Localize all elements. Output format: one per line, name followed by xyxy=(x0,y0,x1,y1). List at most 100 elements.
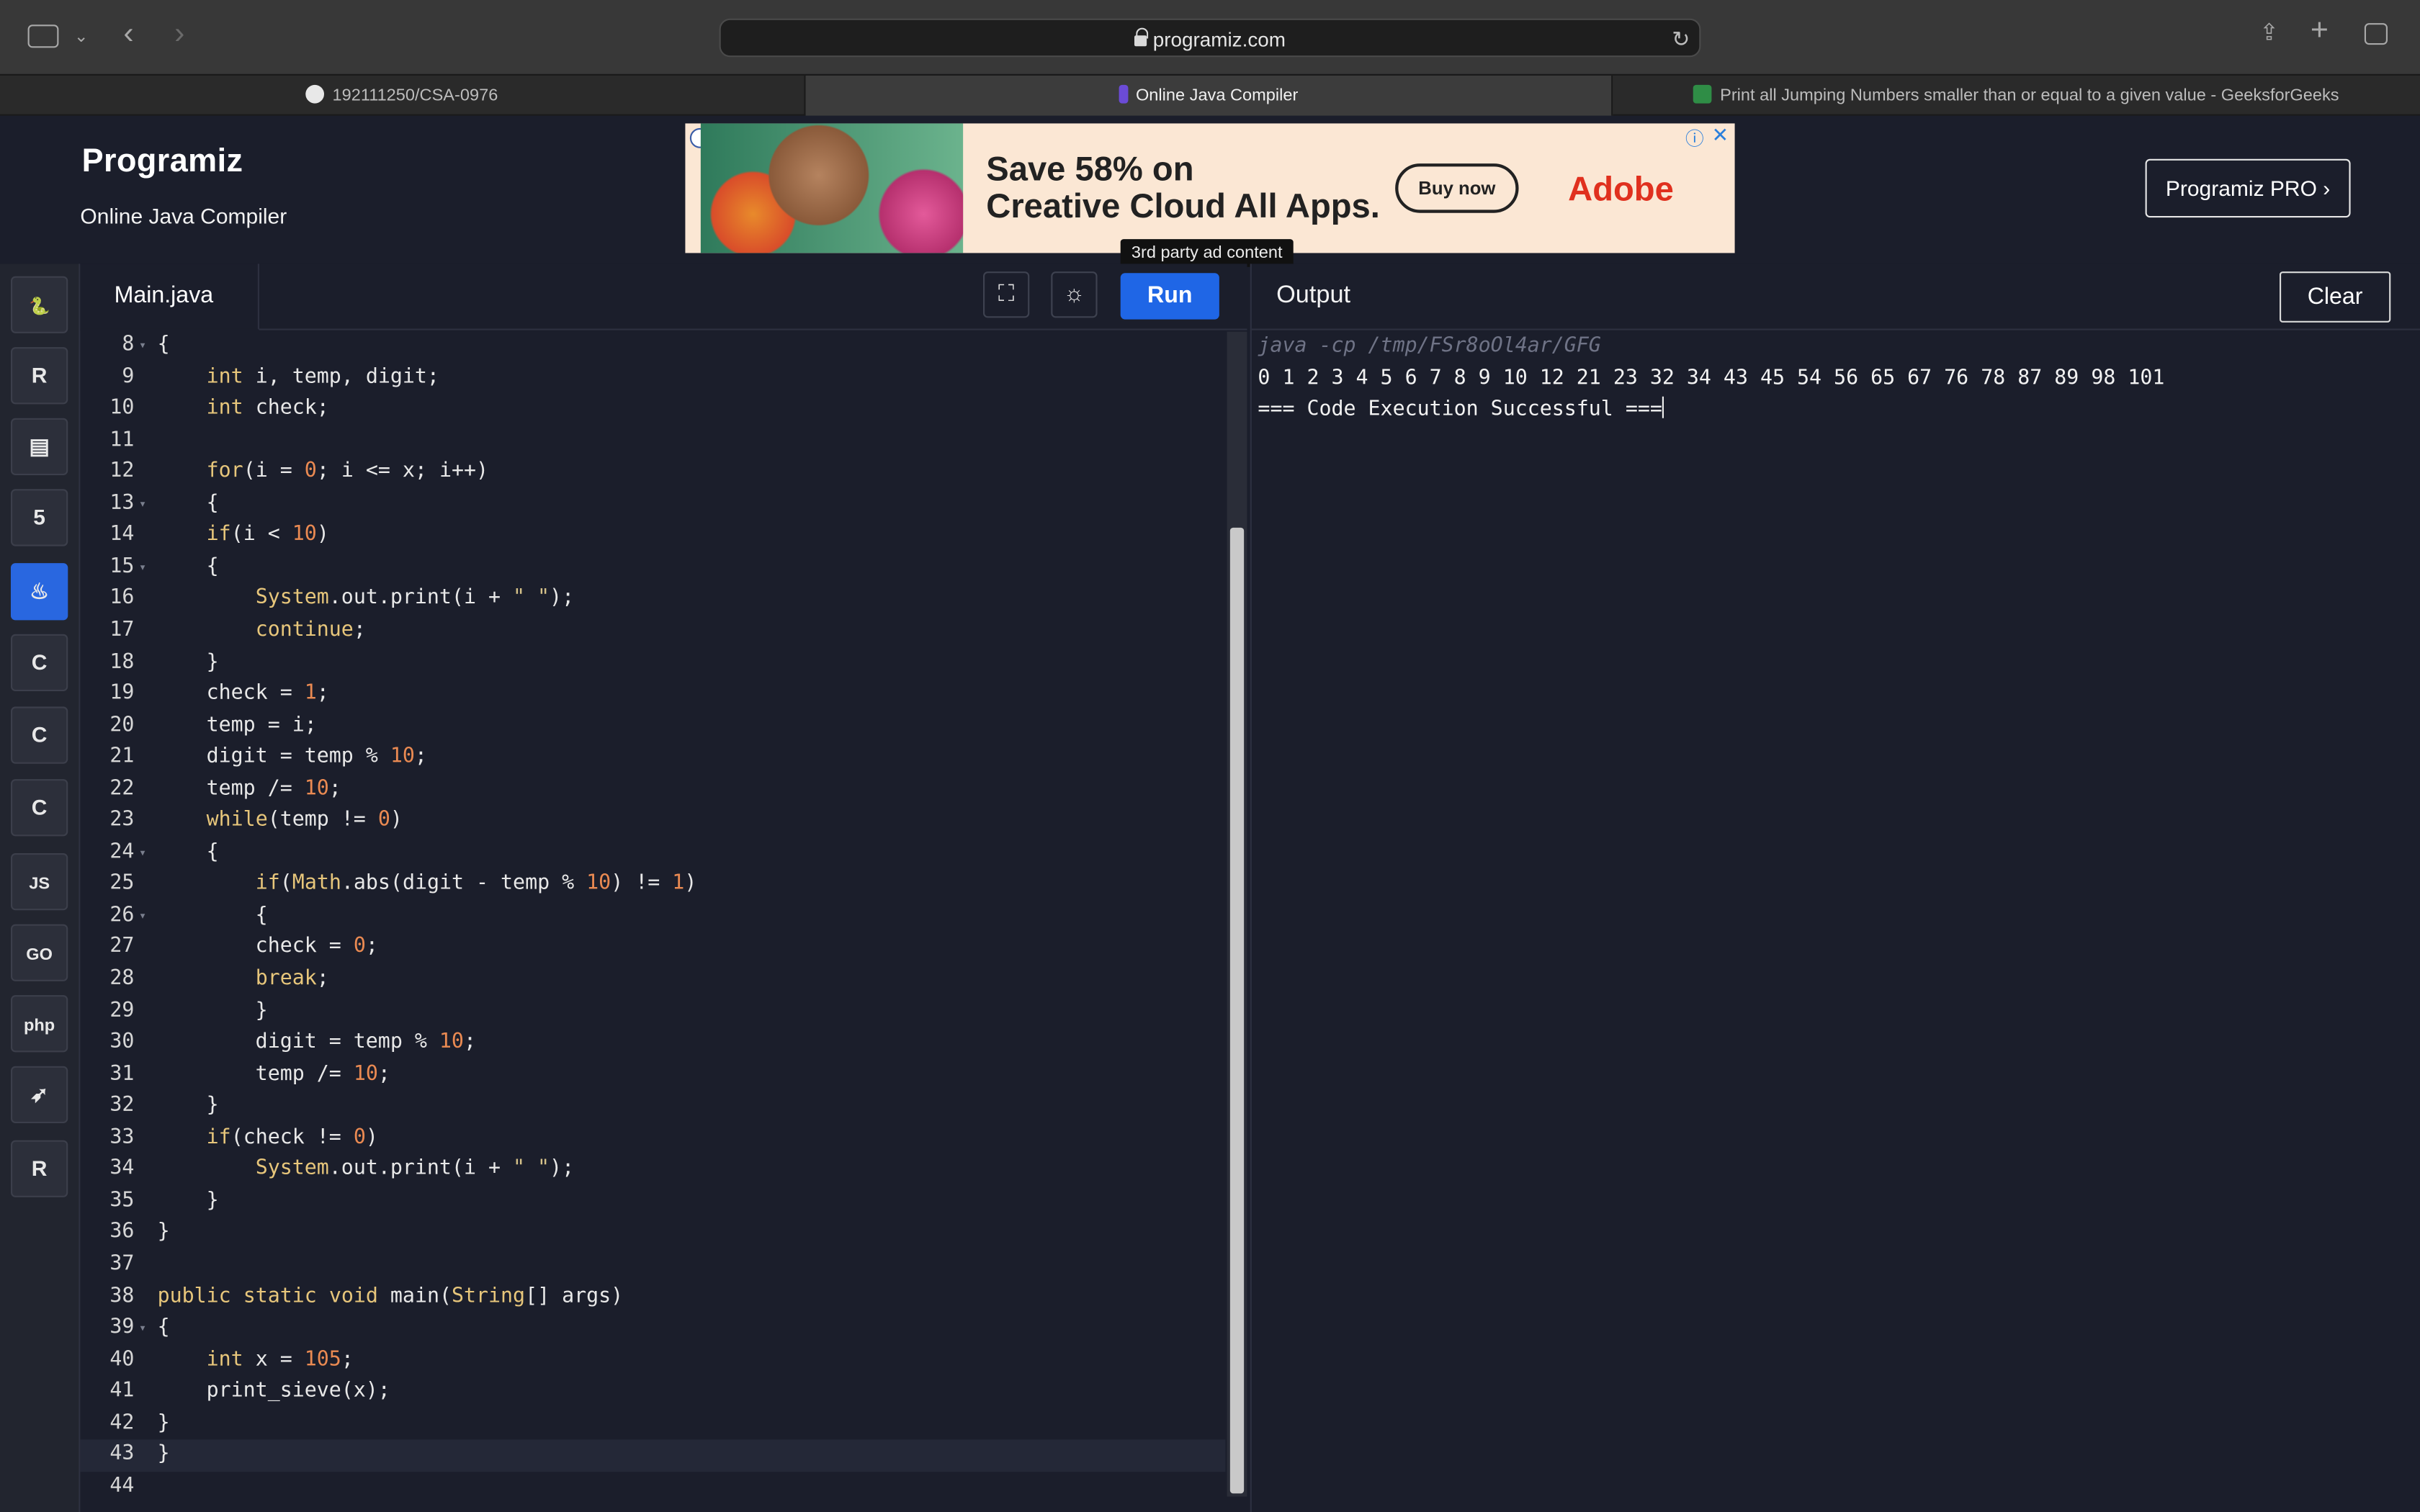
clear-button[interactable]: Clear xyxy=(2280,271,2391,323)
browser-toolbar: ⌄ ‹ › programiz.com ↻ ⇪ + xyxy=(0,0,2420,74)
c-icon: C xyxy=(31,649,48,675)
code-line[interactable]: 19 check = 1; xyxy=(80,679,1225,711)
code-line[interactable]: 29 } xyxy=(80,996,1225,1027)
code-line[interactable]: 13 ▾ { xyxy=(80,489,1225,521)
ad-close-icon[interactable]: ✕ xyxy=(1712,123,1729,148)
code-line[interactable]: 18 } xyxy=(80,647,1225,679)
reload-icon[interactable]: ↻ xyxy=(1672,26,1690,52)
code-line[interactable]: 34 System.out.print(i + " "); xyxy=(80,1154,1225,1186)
tab-overview-icon[interactable] xyxy=(2364,23,2388,45)
code-line[interactable]: 39 ▾ { xyxy=(80,1313,1225,1345)
code-line[interactable]: 14 if(i < 10) xyxy=(80,521,1225,552)
code-line[interactable]: 23 while(temp != 0) xyxy=(80,806,1225,837)
code-text: } xyxy=(157,1411,170,1435)
ad-info-icon[interactable]: ⓘ xyxy=(1685,125,1704,151)
file-tab-main-java[interactable]: Main.java xyxy=(80,264,260,330)
fold-arrow-icon[interactable]: ▾ xyxy=(139,489,146,521)
fold-arrow-icon[interactable]: ▾ xyxy=(139,552,146,584)
ad-buy-now-button[interactable]: Buy now xyxy=(1395,163,1519,213)
code-line[interactable]: 15 ▾ { xyxy=(80,552,1225,584)
programiz-logo[interactable]: Programiz xyxy=(82,143,243,180)
lang-c-icon[interactable]: C xyxy=(11,634,68,691)
programiz-pro-button[interactable]: Programiz PRO › xyxy=(2145,158,2351,218)
run-button[interactable]: Run xyxy=(1120,273,1219,320)
theme-toggle-icon[interactable]: ☼ xyxy=(1051,271,1098,318)
code-line[interactable]: 20 temp = i; xyxy=(80,711,1225,742)
sidebar-toggle-icon[interactable] xyxy=(27,24,59,48)
code-area[interactable]: 8 ▾{9 int i, temp, digit; 10 int check; 11 1… xyxy=(80,330,1226,1512)
github-icon xyxy=(306,84,325,104)
code-line[interactable]: 37 xyxy=(80,1250,1225,1282)
forward-icon[interactable]: › xyxy=(174,19,184,50)
ad-headline-line-2: Creative Cloud All Apps. xyxy=(986,186,1380,225)
tab-geeksforgeeks[interactable]: Print all Jumping Numbers smaller than o… xyxy=(1613,76,2420,116)
code-text: digit = temp % 10; xyxy=(157,745,427,769)
tab-github[interactable]: 192111250/CSA-0976 xyxy=(0,76,806,116)
code-line[interactable]: 10 int check; xyxy=(80,394,1225,426)
code-line[interactable]: 41 print_sieve(x); xyxy=(80,1377,1225,1408)
code-line[interactable]: 35 } xyxy=(80,1187,1225,1218)
code-line[interactable]: 30 digit = temp % 10; xyxy=(80,1027,1225,1059)
line-number: 42 xyxy=(109,1411,135,1435)
fullscreen-icon[interactable]: ⛶ xyxy=(983,271,1030,318)
code-line[interactable]: 43} xyxy=(80,1439,1226,1472)
lang-html5-icon[interactable]: 5 xyxy=(11,489,68,546)
code-line[interactable]: 27 check = 0; xyxy=(80,932,1225,964)
csharp-icon: C xyxy=(31,794,48,819)
line-number: 33 xyxy=(109,1125,135,1149)
new-tab-icon[interactable]: + xyxy=(2311,15,2329,46)
chevron-down-icon[interactable]: ⌄ xyxy=(74,24,89,49)
fold-arrow-icon[interactable]: ▾ xyxy=(139,330,146,362)
advertisement-banner[interactable]: Save 58% on Creative Cloud All Apps. Buy… xyxy=(685,123,1735,253)
code-line[interactable]: 38 public static void main(String[] args) xyxy=(80,1282,1225,1313)
fold-arrow-icon[interactable]: ▾ xyxy=(139,901,146,932)
code-line[interactable]: 9 int i, temp, digit; xyxy=(80,362,1225,394)
code-line[interactable]: 17 continue; xyxy=(80,616,1225,647)
lang-php-icon[interactable]: php xyxy=(11,995,68,1053)
code-line[interactable]: 28 break; xyxy=(80,964,1225,996)
lang-sql-icon[interactable]: ▤ xyxy=(11,418,68,475)
editor-scrollbar[interactable] xyxy=(1227,331,1247,1497)
code-line[interactable]: 40 int x = 105; xyxy=(80,1345,1225,1377)
code-text: { xyxy=(157,333,170,356)
line-number: 23 xyxy=(109,809,135,832)
code-line[interactable]: 24 ▾ { xyxy=(80,837,1225,869)
code-line[interactable]: 25 if(Math.abs(digit - temp % 10) != 1) xyxy=(80,869,1225,901)
code-line[interactable]: 11 xyxy=(80,426,1225,457)
fold-arrow-icon[interactable]: ▾ xyxy=(139,1313,146,1345)
lang-swift-icon[interactable]: ➶ xyxy=(11,1066,68,1123)
tab-online-java-compiler[interactable]: Online Java Compiler xyxy=(805,76,1613,116)
share-icon[interactable]: ⇪ xyxy=(2259,21,2279,46)
lang-cpp-icon[interactable]: C xyxy=(11,706,68,764)
code-line[interactable]: 12 for(i = 0; i <= x; i++) xyxy=(80,457,1225,489)
address-bar[interactable]: programiz.com ↻ xyxy=(719,18,1701,58)
page-subtitle: Online Java Compiler xyxy=(80,203,287,229)
code-line[interactable]: 31 temp /= 10; xyxy=(80,1059,1225,1091)
lang-python-icon[interactable]: 🐍 xyxy=(11,276,68,333)
lang-csharp-icon[interactable]: C xyxy=(11,779,68,837)
lang-r-icon[interactable]: R xyxy=(11,347,68,405)
code-line[interactable]: 33 if(check != 0) xyxy=(80,1122,1225,1154)
lang-rust-icon[interactable]: R xyxy=(11,1140,68,1197)
back-icon[interactable]: ‹ xyxy=(123,19,133,50)
lang-java-icon[interactable]: ♨ xyxy=(11,563,68,621)
lock-icon xyxy=(1134,27,1149,47)
lang-go-icon[interactable]: GO xyxy=(11,924,68,981)
code-line[interactable]: 8 ▾ { xyxy=(80,330,1225,362)
sql-icon: ▤ xyxy=(29,433,50,459)
code-text: while(temp != 0) xyxy=(206,809,403,832)
scrollbar-thumb[interactable] xyxy=(1229,527,1245,1494)
code-line[interactable]: 16 System.out.print(i + " "); xyxy=(80,584,1225,616)
code-line[interactable]: 21 digit = temp % 10; xyxy=(80,742,1225,774)
code-text: } xyxy=(157,1443,170,1467)
code-line[interactable]: 42} xyxy=(80,1408,1225,1440)
output-console[interactable]: java -cp /tmp/FSr8oOl4ar/GFG 0 1 2 3 4 5… xyxy=(1258,332,2164,427)
lang-javascript-icon[interactable]: JS xyxy=(11,853,68,911)
code-line[interactable]: 36} xyxy=(80,1218,1225,1250)
code-line[interactable]: 44 xyxy=(80,1472,1225,1503)
code-text: print_sieve(x); xyxy=(157,1380,390,1403)
code-line[interactable]: 32 } xyxy=(80,1091,1225,1122)
code-line[interactable]: 22 temp /= 10; xyxy=(80,774,1225,806)
code-line[interactable]: 26 ▾ { xyxy=(80,901,1225,932)
fold-arrow-icon[interactable]: ▾ xyxy=(139,837,146,869)
